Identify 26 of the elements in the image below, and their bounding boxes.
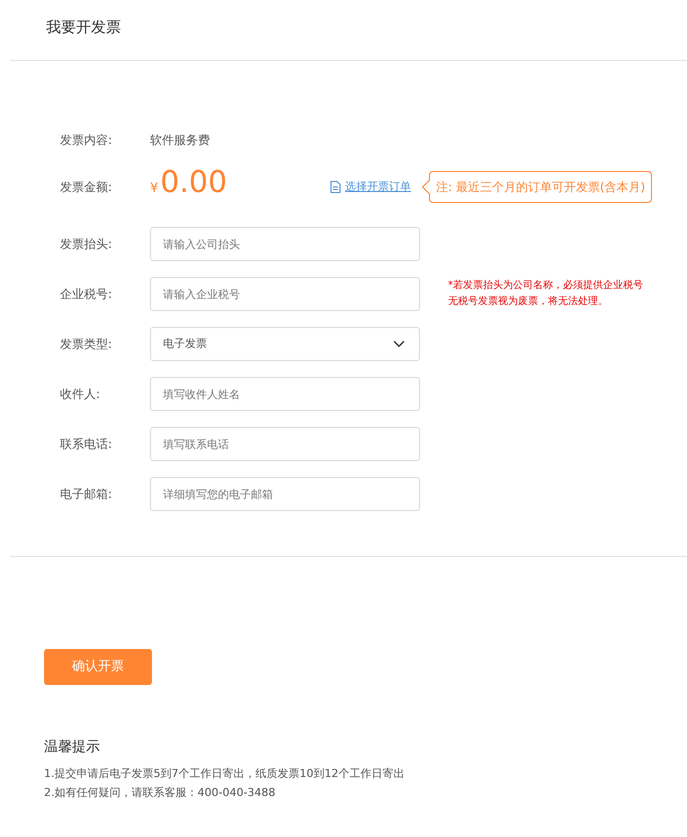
input-field[interactable]: 填写收件人姓名 (150, 377, 420, 411)
note-tooltip: 注: 最近三个月的订单可开发票(含本月) (423, 171, 652, 203)
currency-symbol: ¥ (150, 180, 158, 198)
input-field[interactable]: 填写联系电话 (150, 427, 420, 461)
field-label: 企业税号: (60, 286, 114, 303)
tip-line: 2.如有任何疑问，请联系客服：400-040-3488 (44, 785, 276, 801)
tip-line: 1.提交申请后电子发票5到7个工作日寄出，纸质发票10到12个工作日寄出 (44, 766, 406, 782)
input-field[interactable]: 详细填写您的电子邮箱 (150, 477, 420, 511)
select-orders-link[interactable]: 选择开票订单 (330, 178, 411, 196)
field-label: 电子邮箱: (60, 486, 114, 503)
confirm-button[interactable]: 确认开票 (44, 649, 152, 685)
document-icon (330, 181, 341, 193)
field-label: 收件人: (60, 386, 102, 403)
field-label: 发票类型: (60, 336, 114, 353)
field-label: 发票抬头: (60, 236, 114, 253)
field-label: 发票内容: (60, 132, 114, 149)
amount-value: 0.00 (160, 168, 228, 198)
field-label: 联系电话: (60, 436, 114, 453)
input-field[interactable]: 请输入公司抬头 (150, 227, 420, 261)
tips-title: 温馨提示 (44, 738, 101, 757)
type-select[interactable]: 电子发票 (150, 327, 420, 361)
page-title: 我要开发票 (45, 17, 122, 38)
warning-note: *若发票抬头为公司名称，必须提供企业税号 无税号发票视为废票，将无法处理。 (448, 278, 643, 309)
input-field[interactable]: 请输入企业税号 (150, 277, 420, 311)
field-label: 发票金额: (60, 179, 114, 196)
content-value: 软件服务费 (150, 132, 210, 149)
